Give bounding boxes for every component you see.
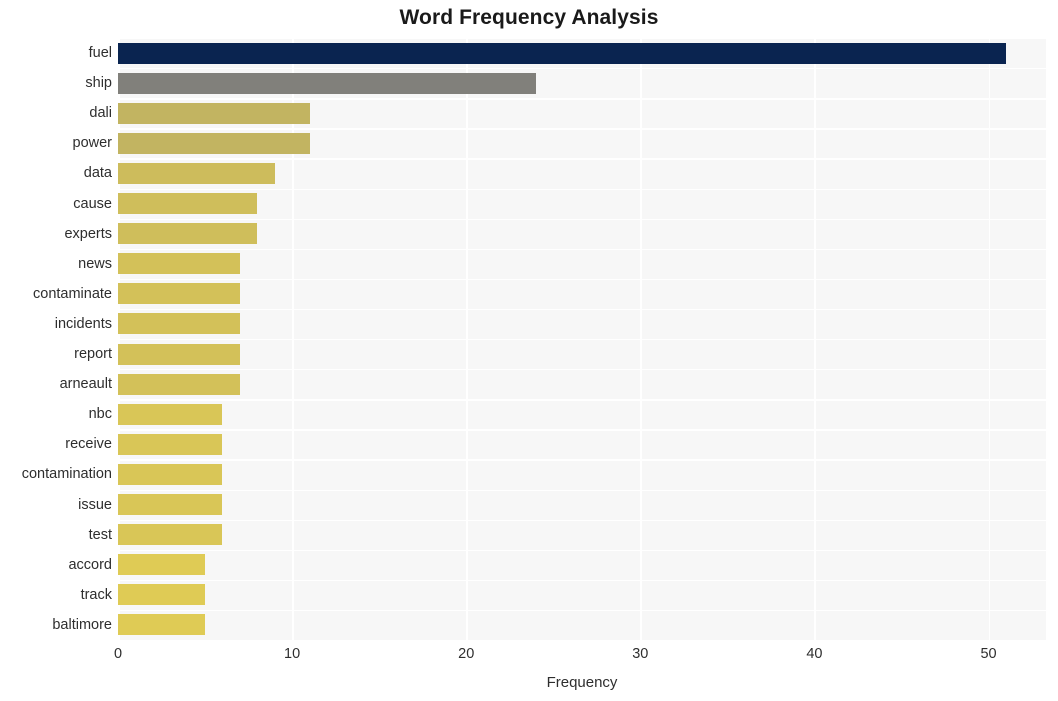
y-axis-label-dali: dali [89, 105, 112, 122]
bar-news[interactable] [118, 253, 240, 275]
gridline-y-20 [118, 640, 1046, 642]
y-axis-label-experts: experts [64, 225, 112, 242]
gridline-y-7 [118, 248, 1046, 251]
gridline-y-14 [118, 459, 1046, 461]
y-axis-label-fuel: fuel [88, 45, 112, 62]
y-axis-label-accord: accord [68, 556, 112, 573]
gridline-y-2 [118, 98, 1046, 100]
y-axis-label-data: data [83, 165, 112, 182]
gridline-y-3 [118, 128, 1046, 130]
y-axis-labels: fuel ship dali power data cause experts news con… [0, 38, 112, 640]
y-axis-label-news: news [78, 255, 112, 272]
y-axis-label-track: track [80, 586, 112, 603]
gridline-y-5 [118, 188, 1046, 190]
gridline-y-4 [118, 158, 1046, 160]
x-tick-label-40: 40 [806, 646, 823, 662]
gridline-y-18 [118, 579, 1046, 582]
y-axis-label-ship: ship [85, 75, 112, 92]
gridline-y-19 [118, 609, 1046, 612]
bar-track[interactable] [118, 584, 206, 606]
bar-incidents[interactable] [118, 313, 240, 335]
bar-dali[interactable] [118, 102, 310, 124]
chart-title: Word Frequency Analysis [399, 6, 659, 29]
gridline-y-16 [118, 519, 1046, 521]
bar-contaminate[interactable] [118, 283, 240, 305]
y-axis-label-cause: cause [73, 195, 112, 212]
bar-cause[interactable] [118, 193, 258, 215]
bar-report[interactable] [118, 343, 240, 365]
bar-receive[interactable] [118, 433, 223, 455]
y-axis-label-incidents: incidents [54, 315, 112, 332]
x-axis-title: Frequency [546, 674, 618, 691]
gridline-y-15 [118, 489, 1046, 491]
x-tick-label-20: 20 [458, 646, 475, 662]
y-axis-label-test: test [88, 526, 112, 543]
bar-data[interactable] [118, 162, 275, 184]
x-tick-label-10: 10 [284, 646, 301, 662]
y-axis-label-receive: receive [65, 436, 112, 453]
y-axis-label-power: power [72, 135, 113, 152]
y-axis-label-contamination: contamination [21, 466, 112, 483]
gridline-y-8 [118, 278, 1046, 281]
gridline-y-17 [118, 549, 1046, 552]
gridline-y-12 [118, 399, 1046, 401]
bar-nbc[interactable] [118, 403, 223, 425]
bar-experts[interactable] [118, 223, 258, 245]
gridline-y-0 [118, 38, 1046, 40]
bar-baltimore[interactable] [118, 614, 206, 636]
bar-accord[interactable] [118, 554, 206, 576]
x-tick-label-30: 30 [632, 646, 649, 662]
y-axis-label-contaminate: contaminate [33, 285, 112, 302]
x-tick-label-50: 50 [980, 646, 997, 662]
bar-contamination[interactable] [118, 463, 223, 485]
bar-issue[interactable] [118, 494, 223, 516]
y-axis-label-issue: issue [78, 496, 112, 513]
gridline-y-11 [118, 369, 1046, 371]
gridline-y-6 [118, 218, 1046, 220]
y-axis-label-nbc: nbc [88, 406, 112, 423]
bar-power[interactable] [118, 132, 310, 154]
y-axis-label-report: report [74, 346, 112, 363]
bar-test[interactable] [118, 524, 223, 546]
y-axis-label-arneault: arneault [59, 376, 112, 393]
bar-ship[interactable] [118, 72, 536, 94]
x-tick-label-0: 0 [113, 646, 123, 662]
bar-fuel[interactable] [118, 42, 1006, 64]
word-frequency-chart: Word Frequency Analysis fuel ship dali powe… [0, 0, 1058, 701]
gridline-y-10 [118, 339, 1046, 341]
gridline-y-13 [118, 429, 1046, 431]
x-axis-ticks: 0 10 20 30 40 50 [0, 646, 1058, 668]
gridline-y-9 [118, 308, 1046, 311]
plot-area [118, 38, 1046, 642]
gridline-y-1 [118, 68, 1046, 70]
y-axis-label-baltimore: baltimore [52, 616, 112, 633]
bar-arneault[interactable] [118, 373, 240, 395]
